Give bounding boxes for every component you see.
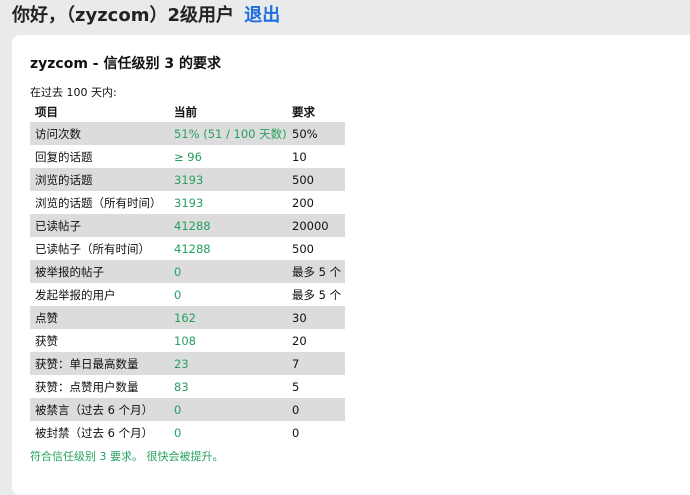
table-row: 已读帖子 41288 20000 xyxy=(30,214,345,237)
table-row: 浏览的话题 3193 500 xyxy=(30,168,345,191)
row-item: 被禁言（过去 6 个月） xyxy=(30,398,169,421)
table-row: 获赞：单日最高数量 23 7 xyxy=(30,352,345,375)
row-item: 浏览的话题 xyxy=(30,168,169,191)
row-item: 获赞 xyxy=(35,333,58,348)
row-required: 20 xyxy=(292,333,307,348)
row-current: 3193 xyxy=(174,195,204,210)
row-current: 83 xyxy=(174,379,189,394)
row-required: 20000 xyxy=(287,214,345,237)
card-title: zyzcom - 信任级别 3 的要求 xyxy=(30,56,221,72)
requirements-table: 项目 当前 要求 访问次数 51% (51 / 100 天数) 50% 回复的话… xyxy=(30,101,345,444)
row-item: 浏览的话题（所有时间） xyxy=(35,195,162,210)
row-item: 被封禁（过去 6 个月） xyxy=(35,425,154,440)
row-item: 获赞：点赞用户数量 xyxy=(35,379,139,394)
table-header-row: 项目 当前 要求 xyxy=(30,101,345,122)
table-row: 被举报的帖子 0 最多 5 个 xyxy=(30,260,345,283)
row-current: 3193 xyxy=(169,168,287,191)
row-item: 已读帖子（所有时间） xyxy=(35,241,150,256)
row-required: 7 xyxy=(287,352,345,375)
row-current: 0 xyxy=(174,425,182,440)
row-item: 回复的话题 xyxy=(35,149,93,164)
row-required: 500 xyxy=(292,241,314,256)
row-item: 发起举报的用户 xyxy=(35,287,116,302)
row-current: 0 xyxy=(169,260,287,283)
row-required: 200 xyxy=(292,195,314,210)
row-required: 最多 5 个 xyxy=(292,287,342,302)
row-current: 41288 xyxy=(169,214,287,237)
table-row: 点赞 162 30 xyxy=(30,306,345,329)
row-required: 0 xyxy=(292,425,300,440)
table-row: 发起举报的用户 0 最多 5 个 xyxy=(30,283,345,306)
row-current: ≥ 96 xyxy=(174,149,202,164)
table-row: 获赞 108 20 xyxy=(30,329,345,352)
logout-link[interactable]: 退出 xyxy=(244,5,280,26)
greeting-header: 你好，（zyzcom）2级用户 退出 xyxy=(12,1,280,27)
header-required: 要求 xyxy=(292,104,315,119)
table-row: 已读帖子（所有时间） 41288 500 xyxy=(30,237,345,260)
header-item: 项目 xyxy=(35,104,58,119)
row-current: 0 xyxy=(174,287,182,302)
row-required: 5 xyxy=(292,379,300,394)
row-required: 0 xyxy=(287,398,345,421)
row-required: 最多 5 个 xyxy=(287,260,345,283)
table-row: 回复的话题 ≥ 96 10 xyxy=(30,145,345,168)
table-row: 被封禁（过去 6 个月） 0 0 xyxy=(30,421,345,444)
row-item: 已读帖子 xyxy=(30,214,169,237)
trust-level-card: zyzcom - 信任级别 3 的要求 在过去 100 天内: 项目 当前 要求… xyxy=(12,35,690,495)
row-current: 41288 xyxy=(174,241,211,256)
row-required: 30 xyxy=(287,306,345,329)
row-required: 10 xyxy=(292,149,307,164)
table-row: 获赞：点赞用户数量 83 5 xyxy=(30,375,345,398)
table-row: 被禁言（过去 6 个月） 0 0 xyxy=(30,398,345,421)
table-row: 访问次数 51% (51 / 100 天数) 50% xyxy=(30,122,345,145)
row-current: 0 xyxy=(169,398,287,421)
row-current: 51% (51 / 100 天数) xyxy=(169,122,287,145)
row-item: 被举报的帖子 xyxy=(30,260,169,283)
row-item: 获赞：单日最高数量 xyxy=(30,352,169,375)
row-current: 23 xyxy=(169,352,287,375)
row-item: 访问次数 xyxy=(30,122,169,145)
status-message: 符合信任级别 3 要求。 很快会被提升。 xyxy=(30,450,224,463)
row-required: 50% xyxy=(287,122,345,145)
table-row: 浏览的话题（所有时间） 3193 200 xyxy=(30,191,345,214)
header-current: 当前 xyxy=(174,104,197,119)
row-required: 500 xyxy=(287,168,345,191)
greeting-text: 你好，（zyzcom）2级用户 xyxy=(12,5,235,26)
row-current: 162 xyxy=(169,306,287,329)
row-item: 点赞 xyxy=(30,306,169,329)
row-current: 108 xyxy=(174,333,196,348)
period-label: 在过去 100 天内: xyxy=(30,86,117,99)
